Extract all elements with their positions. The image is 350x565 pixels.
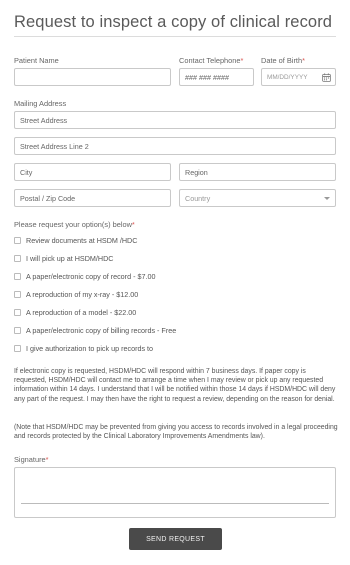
dob-label: Date of Birth* — [261, 56, 305, 65]
calendar-icon[interactable] — [322, 73, 331, 82]
signature-label: Signature* — [14, 455, 49, 464]
mailing-address-label: Mailing Address — [14, 99, 67, 108]
patient-name-input[interactable] — [14, 68, 171, 86]
city-input[interactable]: City — [14, 163, 171, 181]
option-label: I give authorization to pick up records … — [26, 344, 154, 353]
send-request-button[interactable]: SEND REQUEST — [129, 528, 222, 550]
checkbox[interactable] — [14, 255, 21, 262]
chevron-down-icon — [324, 197, 330, 200]
contact-phone-input[interactable]: ### ### #### — [179, 68, 254, 86]
patient-name-label: Patient Name — [14, 56, 59, 65]
option-xray-reproduction[interactable]: A reproduction of my x-ray - $12.00 — [14, 290, 138, 299]
region-input[interactable]: Region — [179, 163, 336, 181]
option-billing-records[interactable]: A paper/electronic copy of billing recor… — [14, 326, 176, 335]
checkbox[interactable] — [14, 327, 21, 334]
response-notice: If electronic copy is requested, HSDM/HD… — [14, 368, 336, 403]
checkbox[interactable] — [14, 345, 21, 352]
page-title: Request to inspect a copy of clinical re… — [14, 13, 333, 31]
checkbox[interactable] — [14, 309, 21, 316]
option-model-reproduction[interactable]: A reproduction of a model - $22.00 — [14, 308, 136, 317]
checkbox[interactable] — [14, 291, 21, 298]
signature-pad[interactable] — [14, 467, 336, 518]
dob-placeholder: MM/DD/YYYY — [267, 73, 308, 81]
option-label: A reproduction of a model - $22.00 — [26, 308, 137, 317]
options-label: Please request your option(s) below* — [14, 220, 135, 229]
option-pick-up[interactable]: I will pick up at HSDM/HDC — [14, 254, 113, 263]
option-review-documents[interactable]: Review documents at HSDM /HDC — [14, 236, 137, 245]
option-label: I will pick up at HSDM/HDC — [26, 254, 114, 263]
checkbox[interactable] — [14, 273, 21, 280]
option-authorization[interactable]: I give authorization to pick up records … — [14, 344, 153, 353]
street-address-input[interactable]: Street Address — [14, 111, 336, 129]
title-divider — [14, 36, 336, 37]
option-copy-of-record[interactable]: A paper/electronic copy of record - $7.0… — [14, 272, 155, 281]
option-label: A paper/electronic copy of billing recor… — [26, 326, 177, 335]
contact-phone-label: Contact Telephone* — [179, 56, 244, 65]
option-label: A reproduction of my x-ray - $12.00 — [26, 290, 139, 299]
country-placeholder: Country — [185, 193, 211, 203]
checkbox[interactable] — [14, 237, 21, 244]
signature-line — [21, 503, 329, 504]
country-select[interactable]: Country — [179, 189, 336, 207]
dob-input[interactable]: MM/DD/YYYY — [261, 68, 336, 86]
postal-code-input[interactable]: Postal / Zip Code — [14, 189, 171, 207]
street-address-2-input[interactable]: Street Address Line 2 — [14, 137, 336, 155]
option-label: Review documents at HSDM /HDC — [26, 236, 138, 245]
option-label: A paper/electronic copy of record - $7.0… — [26, 272, 156, 281]
legal-note: (Note that HSDM/HDC may be prevented fro… — [14, 424, 338, 441]
